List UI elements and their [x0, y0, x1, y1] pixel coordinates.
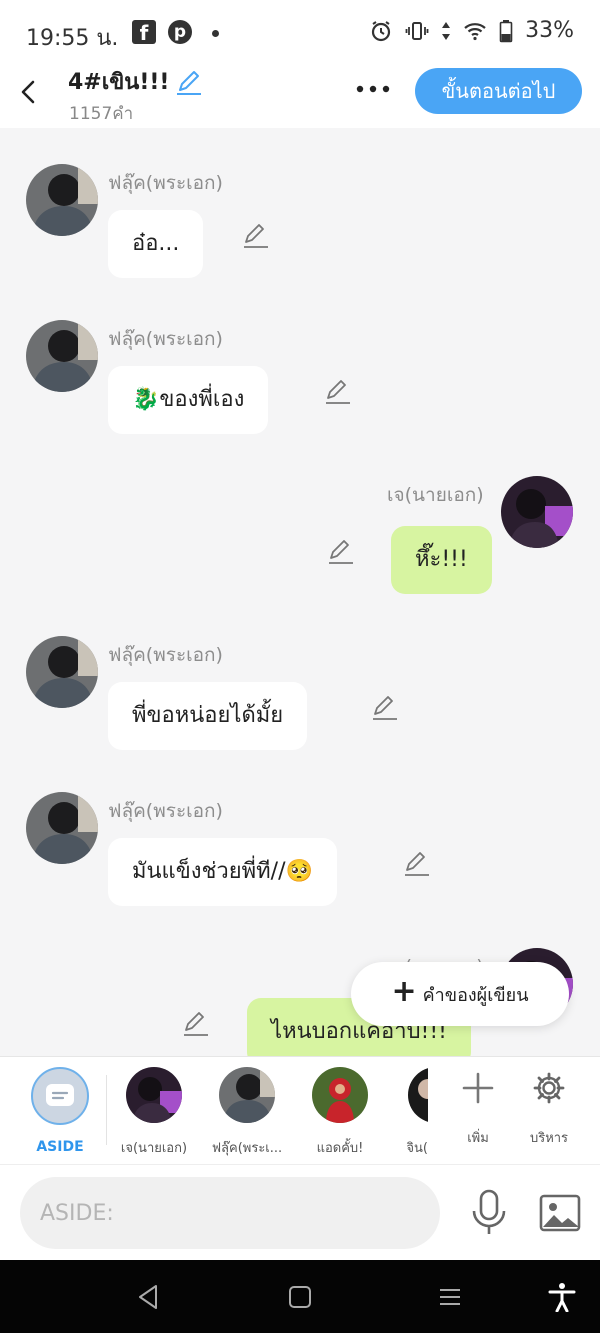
avatar-fluke[interactable] — [26, 636, 98, 708]
manage-button[interactable]: บริหาร — [514, 1071, 584, 1148]
input-bar — [0, 1164, 600, 1260]
next-step-button[interactable]: ขั้นตอนต่อไป — [415, 68, 582, 114]
chapter-title: 4#เขิน!!! — [68, 70, 170, 95]
pinterest-icon: p — [168, 20, 192, 44]
word-count: 1157คำ — [69, 104, 134, 124]
status-right: 33% — [369, 18, 574, 43]
character-fluke[interactable]: ฟลุ๊ค(พระเ... — [207, 1067, 287, 1158]
chat-message: ฟลุ๊ค(พระเอก) พี่ขอหน่อยได้มั้ย — [0, 600, 600, 750]
notification-dot-icon — [212, 30, 219, 37]
nav-recents-icon[interactable] — [435, 1282, 465, 1312]
avatar-jay — [126, 1067, 182, 1123]
character-jay[interactable]: เจ(นายเอก) — [114, 1067, 194, 1158]
status-time: 19:55 น. — [26, 26, 119, 51]
message-bubble[interactable]: มันแข็งช่วยพี่ที//🥺 — [108, 838, 337, 906]
edit-message-pencil-icon[interactable] — [371, 694, 399, 722]
chat-message: ฟลุ๊ค(พระเอก) มันแข็งช่วยพี่ที//🥺 — [0, 756, 600, 906]
chat-message: ฟลุ๊ค(พระเอก) อ๋อ... — [0, 128, 600, 278]
character-label: จิน( — [406, 1141, 428, 1156]
status-bar: 19:55 น. f p 33% — [0, 0, 600, 64]
sender-name: ฟลุ๊ค(พระเอก) — [108, 328, 223, 350]
message-bubble[interactable]: อ๋อ... — [108, 210, 204, 278]
aside-chat-icon — [31, 1067, 89, 1125]
message-bubble[interactable]: หึ๊ะ!!! — [391, 526, 492, 594]
author-words-label: คำของผู้เขียน — [422, 984, 529, 1006]
add-label: เพิ่ม — [467, 1131, 489, 1146]
gear-icon — [533, 1072, 565, 1104]
avatar-fluke — [219, 1067, 275, 1123]
sender-name: ฟลุ๊ค(พระเอก) — [108, 644, 223, 666]
edit-message-pencil-icon[interactable] — [324, 378, 352, 406]
message-bubble[interactable]: 🐉ของพี่เอง — [108, 366, 269, 434]
image-icon[interactable] — [538, 1191, 582, 1235]
battery-percent: 33% — [525, 18, 574, 43]
aside-input[interactable] — [20, 1177, 440, 1249]
edit-message-pencil-icon[interactable] — [327, 538, 355, 566]
wifi-icon — [464, 22, 486, 40]
manage-label: บริหาร — [529, 1131, 569, 1146]
chat-message: เจ(นายเอก) หึ๊ะ!!! — [0, 440, 600, 594]
add-character-button[interactable]: เพิ่ม — [443, 1071, 513, 1148]
character-label: เจ(นายเอก) — [120, 1141, 188, 1156]
avatar-jay[interactable] — [501, 476, 573, 548]
alarm-icon — [371, 20, 391, 41]
chat-area[interactable]: ฟลุ๊ค(พระเอก) อ๋อ... ฟลุ๊ค(พระเอก) 🐉ของพ… — [0, 128, 600, 1056]
edit-message-pencil-icon[interactable] — [242, 222, 270, 250]
back-arrow-icon[interactable] — [14, 72, 44, 112]
avatar-jin — [408, 1067, 428, 1123]
nav-back-icon[interactable] — [134, 1282, 164, 1312]
edit-message-pencil-icon[interactable] — [403, 850, 431, 878]
character-admin[interactable]: แอดคั้บ! — [300, 1067, 380, 1158]
nav-home-icon[interactable] — [285, 1282, 315, 1312]
avatar-fluke[interactable] — [26, 320, 98, 392]
character-aside[interactable]: ASIDE — [20, 1067, 100, 1155]
title-row: 4#เขิน!!! — [68, 64, 203, 99]
edit-title-pencil-icon[interactable] — [175, 68, 203, 96]
plus-icon — [462, 1072, 494, 1104]
message-bubble[interactable]: พี่ขอหน่อยได้มั้ย — [108, 682, 308, 750]
navigation-bar — [0, 1260, 600, 1333]
plus-icon: + — [391, 974, 417, 1009]
character-label: ฟลุ๊ค(พระเ... — [211, 1141, 283, 1156]
avatar-admin — [312, 1067, 368, 1123]
avatar-fluke[interactable] — [26, 792, 98, 864]
author-words-button[interactable]: + คำของผู้เขียน — [351, 962, 569, 1026]
microphone-icon[interactable] — [468, 1189, 510, 1237]
more-options-icon[interactable] — [354, 76, 392, 102]
sender-name: ฟลุ๊ค(พระเอก) — [108, 172, 223, 194]
character-bar: ASIDE เจ(นายเอก) ฟลุ๊ค(พระเ... แอดคั้บ! … — [0, 1056, 600, 1164]
sender-name: ฟลุ๊ค(พระเอก) — [108, 800, 223, 822]
battery-icon — [499, 19, 513, 42]
aside-label: ASIDE — [36, 1139, 84, 1155]
facebook-icon: f — [132, 20, 156, 45]
sender-name: เจ(นายเอก) — [387, 484, 484, 506]
vibrate-icon — [405, 21, 429, 40]
character-label: แอดคั้บ! — [316, 1141, 364, 1156]
accessibility-icon[interactable] — [547, 1282, 577, 1312]
data-arrows-icon — [442, 21, 451, 40]
chat-message: ฟลุ๊ค(พระเอก) 🐉ของพี่เอง — [0, 284, 600, 434]
edit-message-pencil-icon[interactable] — [182, 1010, 210, 1038]
character-jin[interactable]: จิน( — [388, 1067, 428, 1158]
avatar-fluke[interactable] — [26, 164, 98, 236]
divider — [106, 1075, 107, 1145]
app-header: 4#เขิน!!! 1157คำ ขั้นตอนต่อไป — [0, 64, 600, 128]
